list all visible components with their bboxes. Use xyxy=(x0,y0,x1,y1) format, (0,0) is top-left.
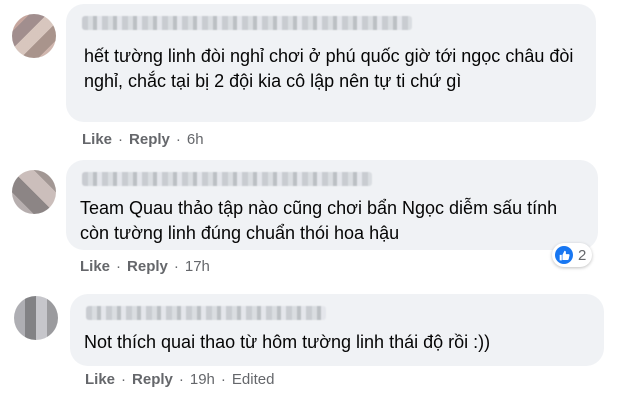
commenter-avatar[interactable] xyxy=(12,170,56,214)
separator-dot: · xyxy=(173,258,179,275)
reply-button[interactable]: Reply xyxy=(129,131,170,148)
like-button[interactable]: Like xyxy=(80,258,110,275)
like-button[interactable]: Like xyxy=(82,131,112,148)
comment-text: Not thích quai thao từ hôm tường linh th… xyxy=(84,332,491,352)
reaction-count: 2 xyxy=(578,246,587,264)
edited-label[interactable]: Edited xyxy=(232,371,275,388)
comment-bubble: Team Quau thảo tập nào cũng chơi bẩn Ngọ… xyxy=(66,160,598,250)
comment-bubble: hết tường linh đòi nghỉ chơi ở phú quốc … xyxy=(66,4,596,122)
separator-dot: · xyxy=(220,371,226,388)
comment-text: hết tường linh đòi nghỉ chơi ở phú quốc … xyxy=(84,46,574,91)
comment-actions: Like · Reply · 6h xyxy=(82,131,204,148)
separator-dot: · xyxy=(178,371,184,388)
commenter-avatar[interactable] xyxy=(12,14,56,58)
separator-dot: · xyxy=(121,371,127,388)
separator-dot: · xyxy=(118,131,124,148)
separator-dot: · xyxy=(175,131,181,148)
commenter-avatar[interactable] xyxy=(14,296,58,340)
commenter-name-blurred[interactable] xyxy=(82,172,372,186)
like-icon xyxy=(555,246,573,264)
timestamp[interactable]: 19h xyxy=(190,371,215,388)
timestamp[interactable]: 17h xyxy=(185,258,210,275)
comment-actions: Like · Reply · 19h · Edited xyxy=(85,371,274,388)
reply-button[interactable]: Reply xyxy=(132,371,173,388)
reply-button[interactable]: Reply xyxy=(127,258,168,275)
comment-bubble: Not thích quai thao từ hôm tường linh th… xyxy=(70,294,604,366)
comment-actions: Like · Reply · 17h xyxy=(80,258,210,275)
reaction-summary[interactable]: 2 xyxy=(552,243,593,267)
commenter-name-blurred[interactable] xyxy=(82,16,412,30)
commenter-name-blurred[interactable] xyxy=(86,306,326,320)
comment-text: Team Quau thảo tập nào cũng chơi bẩn Ngọ… xyxy=(80,198,558,243)
timestamp[interactable]: 6h xyxy=(187,131,204,148)
separator-dot: · xyxy=(116,258,122,275)
like-button[interactable]: Like xyxy=(85,371,115,388)
